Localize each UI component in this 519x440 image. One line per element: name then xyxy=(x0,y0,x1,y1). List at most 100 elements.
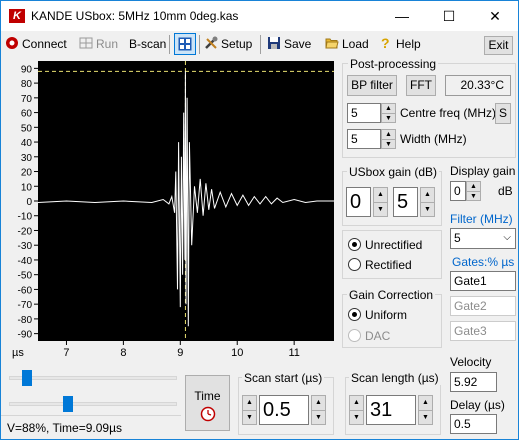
setup-button[interactable]: Setup xyxy=(204,34,252,54)
arrow-up-icon[interactable]: ▲ xyxy=(374,188,387,202)
help-button[interactable]: ? Help xyxy=(379,34,421,54)
time-label: Time xyxy=(194,389,221,403)
scan-length-coarse-spinner[interactable]: ▲ ▼ xyxy=(349,395,364,425)
status-bar: V=88%, Time=9.09µs xyxy=(1,415,181,439)
y-tick-label: 60 xyxy=(21,109,33,120)
app-window: K KANDE USbox: 5MHz 10mm 0deg.kas — ☐ ✕ … xyxy=(0,0,519,440)
load-button[interactable]: Load xyxy=(325,34,369,54)
gain-tens-input[interactable]: 0 xyxy=(346,187,371,217)
y-tick-label: 40 xyxy=(21,138,33,149)
run-label: Run xyxy=(96,37,119,51)
fft-button[interactable]: FFT xyxy=(406,75,436,96)
arrow-up-icon[interactable]: ▲ xyxy=(382,104,395,113)
gate2-field[interactable]: Gate2 xyxy=(450,296,516,316)
arrow-down-icon[interactable]: ▼ xyxy=(421,202,434,216)
power-icon xyxy=(6,37,18,49)
arrow-up-icon[interactable]: ▲ xyxy=(382,130,395,139)
arrow-down-icon[interactable]: ▼ xyxy=(350,410,363,424)
y-tick-label: 80 xyxy=(21,79,33,90)
velocity-input[interactable]: 5.92 xyxy=(450,372,497,392)
bscan-button[interactable]: B-scan xyxy=(129,34,166,54)
y-tick-label: 70 xyxy=(21,94,33,105)
y-tick-label: 90 xyxy=(21,64,33,75)
run-button[interactable]: Run xyxy=(79,34,118,54)
split-view-button[interactable] xyxy=(174,33,196,55)
uniform-label: Uniform xyxy=(365,308,408,322)
arrow-down-icon[interactable]: ▼ xyxy=(312,410,325,424)
arrow-down-icon[interactable]: ▼ xyxy=(382,113,395,122)
rectified-label: Rectified xyxy=(365,258,412,272)
y-tick-label: -20 xyxy=(18,226,33,237)
centre-freq-spinner[interactable]: ▲ ▼ xyxy=(381,103,396,123)
tools-icon xyxy=(205,36,218,49)
centre-freq-input[interactable]: 5 xyxy=(347,103,381,123)
display-gain-spinner[interactable]: ▲ ▼ xyxy=(466,181,481,201)
y-tick-label: -10 xyxy=(18,212,33,223)
rectified-radio[interactable] xyxy=(348,258,361,271)
scan-length-input[interactable]: 31 xyxy=(366,395,416,425)
gate3-field[interactable]: Gate3 xyxy=(450,321,516,341)
unrectified-radio[interactable] xyxy=(348,238,361,251)
scan-start-coarse-spinner[interactable]: ▲ ▼ xyxy=(242,395,257,425)
setup-label: Setup xyxy=(221,37,253,51)
dac-radio[interactable] xyxy=(348,329,361,342)
arrow-down-icon[interactable]: ▼ xyxy=(419,410,432,424)
arrow-down-icon[interactable]: ▼ xyxy=(382,139,395,148)
waveform-plot[interactable]: 90 80 70 60 50 40 30 20 10 0 -10 -20 -30 -40 -50 -60 -70… xyxy=(6,58,336,360)
gain-tens-spinner[interactable]: ▲ ▼ xyxy=(373,187,388,217)
delay-label: Delay (µs) xyxy=(450,398,505,412)
exit-button[interactable]: Exit xyxy=(484,36,513,55)
temperature-display: 20.33°C xyxy=(445,75,511,96)
arrow-up-icon[interactable]: ▲ xyxy=(312,396,325,410)
width-input[interactable]: 5 xyxy=(347,129,381,149)
arrow-up-icon[interactable]: ▲ xyxy=(350,396,363,410)
gate1-field[interactable]: Gate1 xyxy=(450,271,516,291)
x-tick-label: 11 xyxy=(288,347,299,359)
y-tick-label: -60 xyxy=(18,285,33,296)
a-scan-chart[interactable]: 90 80 70 60 50 40 30 20 10 0 -10 -20 -30 -40 -50 -60 -70… xyxy=(6,58,336,360)
x-tick-label: 9 xyxy=(177,347,183,359)
unrectified-label: Unrectified xyxy=(365,238,423,252)
y-tick-label: -30 xyxy=(18,241,33,252)
top-slider-thumb[interactable] xyxy=(21,370,32,386)
arrow-up-icon[interactable]: ▲ xyxy=(421,188,434,202)
bottom-slider-thumb[interactable] xyxy=(62,396,73,412)
s-button[interactable]: S xyxy=(495,103,511,124)
gain-units-spinner[interactable]: ▲ ▼ xyxy=(420,187,435,217)
width-spinner[interactable]: ▲ ▼ xyxy=(381,129,396,149)
arrow-down-icon[interactable]: ▼ xyxy=(374,202,387,216)
arrow-down-icon[interactable]: ▼ xyxy=(243,410,256,424)
title-bar: K KANDE USbox: 5MHz 10mm 0deg.kas — ☐ ✕ xyxy=(1,1,518,31)
arrow-down-icon[interactable]: ▼ xyxy=(467,191,480,200)
post-processing-title: Post-processing xyxy=(348,57,439,71)
arrow-up-icon[interactable]: ▲ xyxy=(419,396,432,410)
slider-track-top xyxy=(9,376,177,380)
gain-units-input[interactable]: 5 xyxy=(393,187,418,217)
display-gain-label: Display gain xyxy=(450,164,516,178)
velocity-label: Velocity xyxy=(450,355,492,369)
y-tick-label: -90 xyxy=(18,330,33,341)
help-question-icon: ? xyxy=(381,36,390,50)
save-button[interactable]: Save xyxy=(267,34,311,54)
scan-start-fine-spinner[interactable]: ▲ ▼ xyxy=(311,395,326,425)
close-button[interactable]: ✕ xyxy=(472,1,518,31)
maximize-button[interactable]: ☐ xyxy=(426,1,472,31)
time-button[interactable]: Time xyxy=(185,375,230,431)
filter-select[interactable]: 5 ⌵ xyxy=(450,228,516,249)
svg-text:?: ? xyxy=(381,36,390,50)
uniform-radio[interactable] xyxy=(348,308,361,321)
arrow-up-icon[interactable]: ▲ xyxy=(243,396,256,410)
scan-start-input[interactable]: 0.5 xyxy=(259,395,309,425)
scan-length-fine-spinner[interactable]: ▲ ▼ xyxy=(418,395,433,425)
filter-label: Filter (MHz) xyxy=(450,212,513,226)
scan-start-title: Scan start (µs) xyxy=(242,371,325,385)
minimize-button[interactable]: — xyxy=(379,1,425,31)
run-grid-icon xyxy=(79,37,93,49)
delay-input[interactable]: 0.5 xyxy=(450,414,497,434)
arrow-up-icon[interactable]: ▲ xyxy=(467,182,480,191)
display-gain-input[interactable]: 0 xyxy=(450,181,466,201)
connect-button[interactable]: Connect xyxy=(5,34,67,54)
bp-filter-button[interactable]: BP filter xyxy=(347,75,397,96)
dac-label: DAC xyxy=(365,329,391,343)
x-tick-label: 8 xyxy=(120,347,126,359)
